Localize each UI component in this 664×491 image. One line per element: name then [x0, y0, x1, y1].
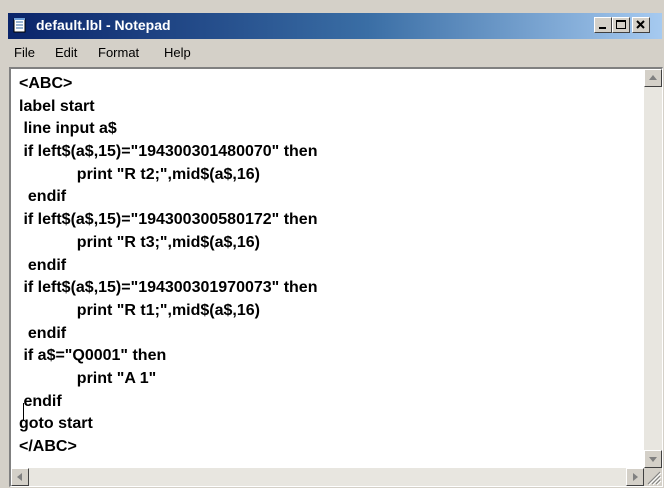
arrow-up-icon — [649, 75, 657, 80]
editor-line: print "R t3;",mid$(a$,16) — [19, 233, 260, 251]
scroll-right-button[interactable] — [626, 468, 644, 486]
editor-line: print "R t1;",mid$(a$,16) — [19, 301, 260, 319]
menu-bar: File Edit Format Help — [8, 41, 662, 65]
editor-line: if a$="Q0001" then — [19, 347, 167, 365]
editor-line: line input a$ — [19, 120, 117, 138]
arrow-left-icon — [17, 473, 22, 481]
text-editor[interactable]: <ABC> label start line input a$ if left$… — [9, 67, 663, 487]
close-button[interactable] — [632, 17, 650, 33]
notepad-icon — [13, 18, 26, 33]
menu-help[interactable]: Help — [164, 45, 191, 60]
editor-line: goto start — [19, 415, 93, 433]
editor-line: print "A 1" — [19, 369, 157, 387]
resize-grip[interactable] — [644, 468, 662, 486]
scroll-up-button[interactable] — [644, 69, 662, 87]
editor-line: endif — [19, 256, 67, 274]
text-caret — [23, 403, 24, 421]
editor-line: <ABC> — [19, 75, 73, 92]
editor-line: if left$(a$,15)="194300301480070" then — [19, 143, 318, 161]
menu-file[interactable]: File — [14, 45, 35, 60]
editor-line: </ABC> — [19, 438, 77, 455]
scroll-left-button[interactable] — [11, 468, 29, 486]
close-icon — [636, 20, 645, 29]
resize-grip-icon — [647, 471, 662, 486]
editor-line: endif — [19, 392, 62, 410]
menu-edit[interactable]: Edit — [55, 45, 77, 60]
editor-line: label start — [19, 97, 95, 115]
minimize-icon — [599, 27, 606, 29]
vertical-scrollbar[interactable] — [644, 69, 662, 468]
scroll-down-button[interactable] — [644, 450, 662, 468]
window-title: default.lbl - Notepad — [36, 17, 171, 33]
arrow-right-icon — [633, 473, 638, 481]
title-bar[interactable]: default.lbl - Notepad — [8, 13, 662, 39]
horizontal-scrollbar[interactable] — [11, 468, 644, 486]
notepad-window: default.lbl - Notepad File Edit Format H… — [0, 0, 664, 488]
editor-line: if left$(a$,15)="194300300580172" then — [19, 211, 318, 229]
menu-format[interactable]: Format — [98, 45, 139, 60]
arrow-down-icon — [649, 457, 657, 462]
maximize-icon — [616, 20, 626, 29]
maximize-button[interactable] — [612, 17, 630, 33]
editor-line: if left$(a$,15)="194300301970073" then — [19, 279, 318, 297]
editor-line: endif — [19, 324, 67, 342]
editor-text[interactable]: <ABC> label start line input a$ if left$… — [19, 73, 640, 466]
editor-line: endif — [19, 188, 67, 206]
minimize-button[interactable] — [594, 17, 612, 33]
editor-line: print "R t2;",mid$(a$,16) — [19, 165, 260, 183]
